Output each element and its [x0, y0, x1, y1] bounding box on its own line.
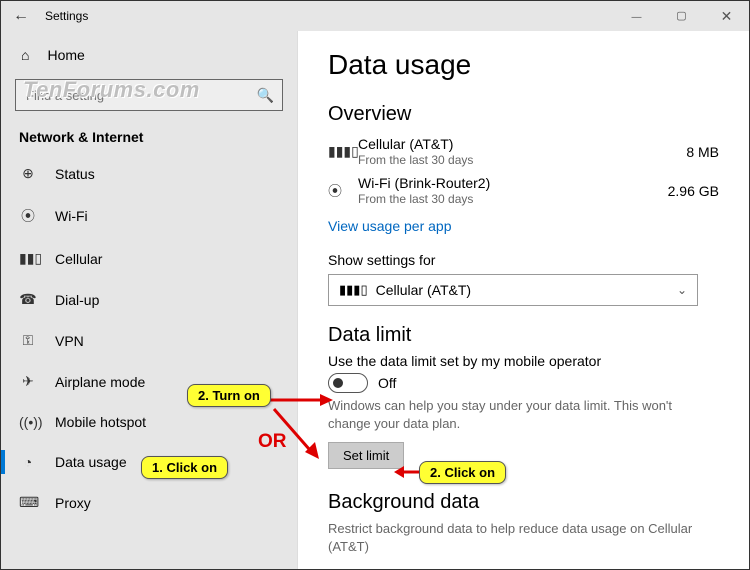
cellular-icon: ▮▮▯ — [19, 250, 37, 267]
background-data-heading: Background data — [328, 491, 719, 514]
data-usage-icon: ◔ — [19, 454, 37, 470]
sidebar-item-label: Status — [55, 166, 95, 182]
sidebar-item-wifi[interactable]: ⦿ Wi-Fi — [1, 194, 297, 238]
sidebar-item-hotspot[interactable]: ((•)) Mobile hotspot — [1, 402, 297, 442]
show-settings-label: Show settings for — [328, 252, 719, 268]
annotation-step2b: 2. Click on — [419, 461, 506, 484]
back-button[interactable]: ← — [1, 7, 41, 25]
data-limit-help: Windows can help you stay under your dat… — [328, 397, 698, 432]
annotation-or: OR — [258, 431, 287, 453]
sidebar-item-label: Airplane mode — [55, 374, 145, 390]
show-settings-dropdown[interactable]: ▮▮▮▯ Cellular (AT&T) ⌄ — [328, 274, 698, 306]
status-icon: ⊕ — [19, 165, 37, 182]
usage-value: 8 MB — [686, 144, 719, 160]
usage-subtext: From the last 30 days — [358, 192, 668, 206]
sidebar-home[interactable]: ⌂ Home — [1, 37, 297, 73]
use-operator-toggle[interactable] — [328, 373, 368, 393]
title-bar: ← Settings ▢ ✕ — [1, 1, 749, 31]
sidebar-item-cellular[interactable]: ▮▮▯ Cellular — [1, 238, 297, 279]
sidebar-item-label: Dial-up — [55, 292, 99, 308]
sidebar-item-status[interactable]: ⊕ Status — [1, 153, 297, 194]
sidebar-item-dialup[interactable]: ☎ Dial-up — [1, 279, 297, 320]
sidebar-item-vpn[interactable]: ⚿ VPN — [1, 320, 297, 361]
proxy-icon: ⌨ — [19, 494, 37, 511]
sidebar: ⌂ Home 🔍 Network & Internet ⊕ Status ⦿ W… — [1, 31, 298, 569]
sidebar-item-proxy[interactable]: ⌨ Proxy — [1, 482, 297, 523]
minimize-button[interactable] — [614, 1, 659, 31]
usage-name: Wi-Fi (Brink-Router2) — [358, 175, 668, 191]
annotation-step1: 1. Click on — [141, 456, 228, 479]
close-button[interactable]: ✕ — [704, 1, 749, 31]
cellular-bars-icon: ▮▮▮▯ — [339, 282, 368, 298]
set-limit-button[interactable]: Set limit — [328, 442, 404, 469]
usage-subtext: From the last 30 days — [358, 153, 686, 167]
maximize-button[interactable]: ▢ — [659, 1, 704, 31]
usage-value: 2.96 GB — [668, 183, 719, 199]
sidebar-group-header: Network & Internet — [1, 121, 297, 153]
home-icon: ⌂ — [21, 47, 29, 63]
wifi-icon: ⦿ — [328, 181, 358, 201]
dropdown-selected: Cellular (AT&T) — [376, 282, 677, 298]
usage-name: Cellular (AT&T) — [358, 136, 686, 152]
hotspot-icon: ((•)) — [19, 414, 37, 430]
view-usage-link[interactable]: View usage per app — [328, 218, 452, 234]
search-icon: 🔍 — [257, 87, 274, 104]
content-pane: Data usage Overview ▮▮▮▯ Cellular (AT&T)… — [298, 31, 749, 569]
page-title: Data usage — [328, 49, 719, 81]
sidebar-item-label: Cellular — [55, 251, 102, 267]
use-operator-label: Use the data limit set by my mobile oper… — [328, 353, 719, 369]
sidebar-item-label: VPN — [55, 333, 84, 349]
chevron-down-icon: ⌄ — [677, 283, 687, 297]
annotation-step2a: 2. Turn on — [187, 384, 271, 407]
sidebar-home-label: Home — [47, 47, 84, 63]
data-limit-heading: Data limit — [328, 324, 719, 347]
airplane-icon: ✈ — [19, 373, 37, 390]
cellular-bars-icon: ▮▮▮▯ — [328, 143, 358, 160]
vpn-icon: ⚿ — [19, 332, 37, 349]
sidebar-item-label: Wi-Fi — [55, 208, 88, 224]
usage-row-wifi: ⦿ Wi-Fi (Brink-Router2) From the last 30… — [328, 175, 719, 206]
usage-row-cellular: ▮▮▮▯ Cellular (AT&T) From the last 30 da… — [328, 136, 719, 167]
sidebar-item-label: Data usage — [55, 454, 127, 470]
search-box[interactable]: 🔍 — [15, 79, 283, 111]
wifi-icon: ⦿ — [19, 206, 37, 226]
dialup-icon: ☎ — [19, 291, 37, 308]
background-data-text: Restrict background data to help reduce … — [328, 520, 728, 555]
sidebar-item-label: Proxy — [55, 495, 91, 511]
sidebar-item-label: Mobile hotspot — [55, 414, 146, 430]
search-input[interactable] — [24, 87, 257, 104]
overview-heading: Overview — [328, 103, 719, 126]
window-title: Settings — [45, 9, 88, 23]
toggle-state-label: Off — [378, 375, 396, 391]
window-controls: ▢ ✕ — [614, 1, 749, 31]
